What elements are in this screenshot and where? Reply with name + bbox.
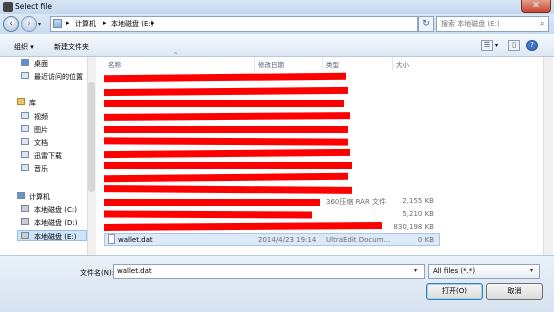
redaction-mark	[103, 210, 313, 219]
sidebar-item-thunder-download[interactable]: 迅雷下载	[34, 151, 62, 161]
search-input[interactable]: 搜索 本地磁盘 (E:)	[436, 16, 549, 32]
search-icon[interactable]: ⌕	[540, 19, 544, 29]
column-divider[interactable]	[322, 57, 323, 71]
window-title: Select file	[15, 2, 52, 11]
desktop-icon	[21, 59, 29, 66]
sidebar-item-music[interactable]: 音乐	[34, 164, 48, 174]
sidebar-item-pictures[interactable]: 图片	[34, 125, 48, 135]
libraries-icon	[17, 98, 25, 105]
redaction-mark	[104, 162, 352, 169]
sidebar-header-libraries[interactable]: 库	[29, 98, 36, 108]
recent-locations-dropdown[interactable]: ▾	[38, 21, 41, 28]
chevron-down-icon[interactable]: ▾	[530, 267, 533, 274]
cancel-button[interactable]: 取消	[486, 283, 543, 300]
file-list-scrollbar[interactable]	[543, 57, 553, 255]
redaction-mark	[103, 137, 349, 146]
filename-input[interactable]: wallet.dat	[113, 264, 425, 279]
file-modified: 2014/4/23 19:14	[258, 236, 317, 244]
drive-icon	[21, 232, 29, 239]
organize-menu[interactable]: 组织 ▾	[14, 42, 34, 52]
file-name[interactable]: wallet.dat	[118, 236, 153, 244]
sidebar-scrollbar-thumb[interactable]	[88, 82, 95, 192]
column-header-name[interactable]: 名称	[108, 59, 121, 69]
breadcrumb-separator[interactable]: ▸	[103, 19, 107, 27]
redaction-mark	[104, 126, 348, 133]
file-size: 830,198 KB	[393, 223, 434, 231]
computer-icon	[17, 192, 25, 199]
drive-icon	[21, 205, 29, 212]
sidebar-item-recent-places[interactable]: 最近访问的位置	[34, 72, 83, 82]
file-size: 0 KB	[417, 236, 434, 244]
sidebar-item-drive-e[interactable]: 本地磁盘 (E:)	[34, 232, 76, 242]
file-type-select[interactable]: All files (*.*)	[428, 264, 540, 279]
breadcrumb-computer[interactable]: 计算机	[75, 19, 96, 29]
sidebar-item-desktop[interactable]: 桌面	[34, 59, 48, 69]
music-icon	[21, 164, 29, 171]
new-folder-button[interactable]: 新建文件夹	[54, 42, 89, 52]
chevron-down-icon[interactable]: ▾	[414, 267, 417, 274]
file-icon	[108, 234, 115, 244]
sidebar-item-videos[interactable]: 视频	[34, 112, 48, 122]
documents-icon	[21, 138, 29, 145]
file-size: 2,155 KB	[402, 197, 434, 205]
refresh-button[interactable]: ↻	[418, 16, 434, 32]
breadcrumb-drive-e[interactable]: 本地磁盘 (E:)	[111, 19, 153, 29]
view-options-icon[interactable]: ☰	[481, 40, 493, 51]
back-button[interactable]: ‹	[3, 16, 19, 32]
redaction-mark	[104, 100, 344, 107]
open-button[interactable]: 打开(O)	[426, 283, 483, 300]
breadcrumb-separator[interactable]: ▸	[151, 19, 155, 27]
file-type: 360压缩 RAR 文件	[326, 198, 387, 206]
pictures-icon	[21, 125, 29, 132]
recent-places-icon	[21, 72, 29, 79]
sidebar-item-documents[interactable]: 文档	[34, 138, 48, 148]
file-size: 5,210 KB	[402, 210, 434, 218]
redaction-mark	[104, 199, 320, 206]
sidebar-item-drive-d[interactable]: 本地磁盘 (D:)	[34, 218, 77, 228]
column-header-type[interactable]: 类型	[326, 59, 339, 69]
sidebar-header-computer[interactable]: 计算机	[29, 192, 50, 202]
computer-icon	[53, 19, 62, 28]
drive-icon	[21, 218, 29, 225]
app-icon	[3, 2, 13, 12]
forward-button[interactable]: ›	[21, 16, 37, 32]
sidebar-item-drive-c[interactable]: 本地磁盘 (C:)	[34, 205, 77, 215]
preview-pane-icon[interactable]: ▯	[508, 40, 520, 51]
help-icon[interactable]: ?	[526, 40, 538, 51]
thunder-download-icon	[21, 151, 29, 158]
column-divider[interactable]	[254, 57, 255, 71]
column-header-size[interactable]: 大小	[396, 59, 409, 69]
filename-label: 文件名(N):	[80, 269, 115, 277]
video-icon	[21, 112, 29, 119]
close-button[interactable]: ✕	[521, 0, 551, 13]
view-options-arrow-icon[interactable]: ▾	[495, 42, 498, 49]
column-header-modified[interactable]: 修改日期	[258, 59, 284, 69]
column-divider[interactable]	[392, 57, 393, 71]
sort-indicator-icon: ^	[173, 52, 179, 59]
title-bar	[0, 0, 554, 14]
breadcrumb-separator[interactable]: ▸	[66, 19, 70, 27]
